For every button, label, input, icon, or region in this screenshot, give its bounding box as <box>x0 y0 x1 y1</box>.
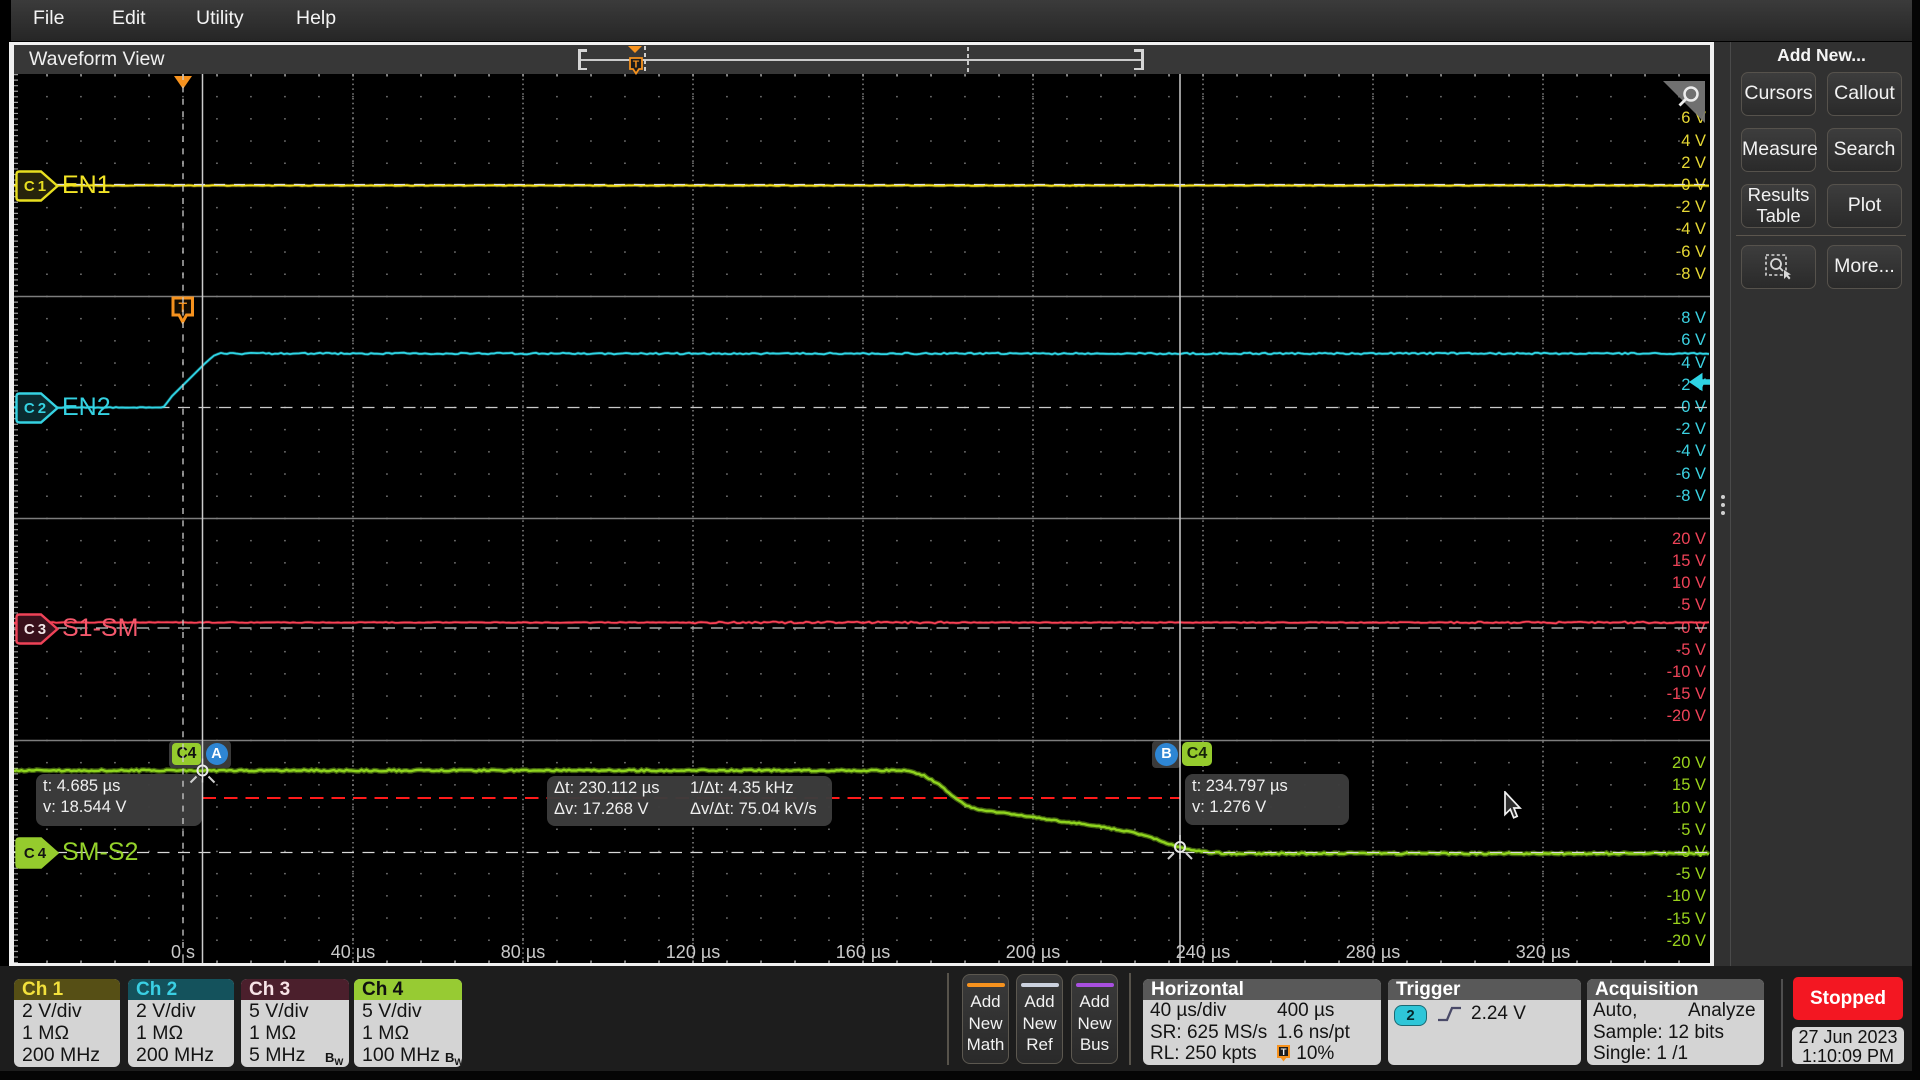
svg-text:T: T <box>1281 1047 1287 1058</box>
svg-text:T: T <box>633 58 640 70</box>
